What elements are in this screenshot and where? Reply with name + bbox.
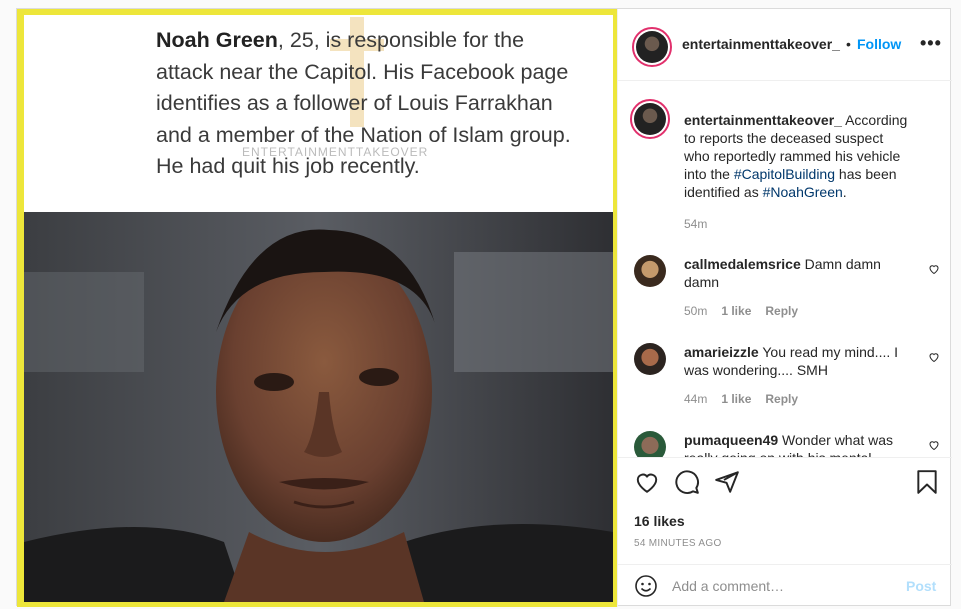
post-card: Noah Green, 25, is responsible for the a… (16, 8, 952, 607)
commenter-avatar[interactable] (634, 255, 666, 287)
caption-time: 54m (684, 217, 708, 231)
comment-meta: 44m 1 like Reply (684, 392, 812, 406)
post-sidebar: entertainmenttakeover_ • Follow ••• ente… (617, 9, 952, 607)
comment-likes[interactable]: 1 like (721, 304, 751, 318)
caption-body: entertainmenttakeover_ According to repo… (684, 111, 912, 201)
share-icon[interactable] (714, 469, 740, 495)
add-comment-bar: Post (618, 564, 952, 608)
likes-count[interactable]: 16 likes (634, 513, 685, 529)
like-comment-icon[interactable] (928, 263, 940, 275)
author-username[interactable]: entertainmenttakeover_ (682, 36, 840, 52)
caption-username[interactable]: entertainmenttakeover_ (684, 112, 842, 128)
commenter-avatar[interactable] (634, 343, 666, 375)
commenter-username[interactable]: callmedalemsrice (684, 256, 801, 272)
comment-time: 44m (684, 392, 708, 406)
comment-likes[interactable]: 1 like (721, 392, 751, 406)
save-icon[interactable] (914, 469, 940, 495)
caption-text: . (842, 184, 847, 200)
portrait-illustration (24, 212, 613, 602)
comment-body: pumaqueen49 Wonder what was really going… (684, 431, 912, 457)
hashtag-link[interactable]: #CapitolBuilding (734, 166, 835, 182)
reply-button[interactable]: Reply (765, 304, 798, 318)
post-image-frame[interactable]: Noah Green, 25, is responsible for the a… (17, 9, 617, 607)
commenter-username[interactable]: amarieizzle (684, 344, 759, 360)
post-timestamp: 54 MINUTES AGO (634, 538, 722, 549)
like-icon[interactable] (634, 469, 660, 495)
post-comment-button[interactable]: Post (906, 578, 936, 594)
comment-time: 50m (684, 304, 708, 318)
watermark-text: ENTERTAINMENTTAKEOVER (242, 145, 429, 159)
commenter-username[interactable]: pumaqueen49 (684, 432, 778, 448)
comment-body: callmedalemsrice Damn damn damn (684, 255, 912, 291)
caption-avatar[interactable] (630, 99, 670, 139)
follow-button[interactable]: Follow (857, 36, 901, 52)
reply-button[interactable]: Reply (765, 392, 798, 406)
post-header: entertainmenttakeover_ • Follow ••• (618, 9, 952, 81)
like-comment-icon[interactable] (928, 439, 940, 451)
comments-list[interactable]: entertainmenttakeover_ According to repo… (618, 82, 952, 457)
author-avatar[interactable] (632, 27, 672, 67)
hashtag-link[interactable]: #NoahGreen (763, 184, 843, 200)
header-separator: • (846, 36, 851, 52)
comment-body: amarieizzle You read my mind.... I was w… (684, 343, 912, 379)
comment-input[interactable] (672, 575, 892, 597)
commenter-avatar[interactable] (634, 431, 666, 457)
emoji-icon[interactable] (634, 574, 658, 598)
comment-icon[interactable] (674, 469, 700, 495)
more-options-icon[interactable]: ••• (920, 33, 942, 54)
portrait-photo (24, 212, 613, 602)
comment-meta: 50m 1 like Reply (684, 304, 812, 318)
like-comment-icon[interactable] (928, 351, 940, 363)
post-image: Noah Green, 25, is responsible for the a… (24, 15, 613, 602)
post-actions: 16 likes 54 MINUTES AGO Post (618, 457, 952, 607)
